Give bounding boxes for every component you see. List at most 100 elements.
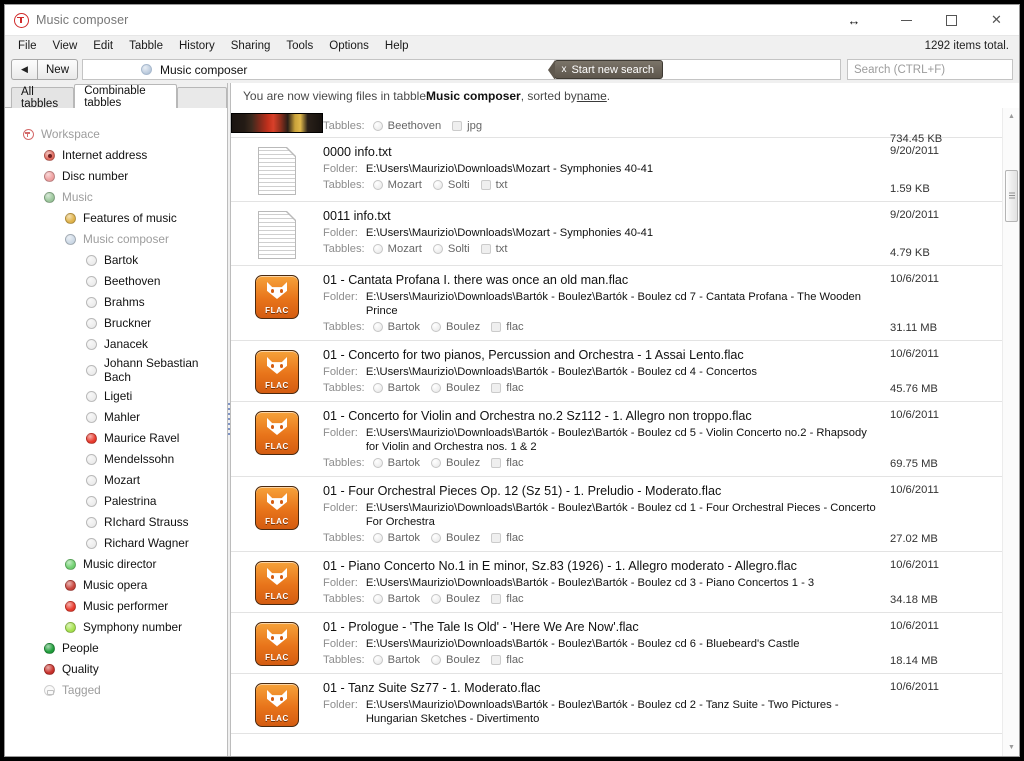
tree-item-palestrina[interactable]: Palestrina [5,491,227,512]
tree-item-workspace[interactable]: Workspace [5,124,227,145]
file-meta: 10/6/2011 [890,681,1002,727]
tree-item-music-opera[interactable]: Music opera [5,575,227,596]
tabble-tag-chip[interactable]: Boulez [431,381,480,395]
tabble-tag-chip[interactable]: Bartok [372,531,420,545]
resize-icon[interactable]: ↔ [824,5,884,35]
tree-item-janacek[interactable]: Janacek [5,334,227,355]
tab-all-tabbles[interactable]: All tabbles [11,86,75,110]
tree-item-label: Bruckner [104,315,152,330]
tree-item-music[interactable]: Music [5,187,227,208]
start-new-search-button[interactable]: x Start new search [548,60,663,79]
file-row[interactable]: FLAC 01 - Four Orchestral Pieces Op. 12 (… [231,477,1002,552]
tree-item-richard-wagner[interactable]: Richard Wagner [5,533,227,554]
tabble-dot-icon [372,655,383,665]
tree-item-music-composer[interactable]: Music composer [5,229,227,250]
tab-strip: All tabbles Combinable tabbles [5,83,227,110]
tabble-tag-chip[interactable]: Solti [432,178,470,192]
file-row[interactable]: Tabbles: Beethoven jpg 734.45 KB [231,108,1002,145]
file-row[interactable]: FLAC 01 - Cantata Profana I. there was on… [231,266,1002,341]
tabble-dot-icon [65,580,76,591]
tree-item-ligeti[interactable]: Ligeti [5,386,227,407]
file-row[interactable]: FLAC 01 - Prologue - 'The Tale Is Old' - … [231,613,1002,674]
tree-item-brahms[interactable]: Brahms [5,292,227,313]
tabble-tag-chip[interactable]: Boulez [431,456,480,470]
file-name: 0011 info.txt [323,209,391,223]
tree-item-mahler[interactable]: Mahler [5,407,227,428]
tree-item-mozart[interactable]: Mozart [5,470,227,491]
new-button[interactable]: New [37,59,79,80]
menu-file[interactable]: File [10,36,45,57]
menu-sharing[interactable]: Sharing [223,36,279,57]
file-row[interactable]: 0000 info.txt Folder: E:\Users\Maurizio\Do… [231,138,1002,202]
file-row[interactable]: FLAC 01 - Tanz Suite Sz77 - 1. Moderato.f… [231,674,1002,734]
tabble-tag-chip[interactable]: Bartok [372,653,420,667]
tabble-tag-chip[interactable]: Solti [432,242,470,256]
tree-item-disc-number[interactable]: Disc number [5,166,227,187]
menu-edit[interactable]: Edit [85,36,121,57]
tabble-tag-chip[interactable]: jpg [452,119,482,133]
tabble-tag-chip[interactable]: txt [480,242,507,256]
tree-item-tagged[interactable]: Tagged [5,680,227,701]
menu-tabble[interactable]: Tabble [121,36,171,57]
tabble-tag-chip[interactable]: Boulez [431,531,480,545]
status-sort-link[interactable]: name [577,89,607,103]
file-row[interactable]: FLAC 01 - Concerto for Violin and Orchest… [231,402,1002,477]
tabble-tag-chip[interactable]: Beethoven [372,119,441,133]
tree-item-internet-address[interactable]: Internet address [5,145,227,166]
extension-square-icon [491,655,502,665]
tabble-tag-chip[interactable]: Bartok [372,592,420,606]
file-folder-line: Folder: E:\Users\Maurizio\Downloads\Bartó… [323,290,882,318]
close-button[interactable]: ✕ [974,5,1019,35]
tree-item-features-of-music[interactable]: Features of music [5,208,227,229]
tabble-tag-chip[interactable]: Mozart [372,242,422,256]
menu-view[interactable]: View [45,36,86,57]
tabble-tag-chip[interactable]: Boulez [431,653,480,667]
scrollbar-thumb[interactable] [1005,170,1018,222]
menu-options[interactable]: Options [321,36,377,57]
tabble-dot-icon [86,412,97,423]
tree-item-people[interactable]: People [5,638,227,659]
tabble-tag-chip[interactable]: flac [491,592,524,606]
tabble-tag-chip[interactable]: Mozart [372,178,422,192]
tree-item-maurice-ravel[interactable]: Maurice Ravel [5,428,227,449]
tabble-tag-chip[interactable]: flac [491,531,524,545]
folder-label: Folder: [323,291,358,303]
tree-item-bruckner[interactable]: Bruckner [5,313,227,334]
tree-item-music-performer[interactable]: Music performer [5,596,227,617]
breadcrumb-bar[interactable]: Music composer x Start new search [82,59,841,80]
tree-item-bartok[interactable]: Bartok [5,250,227,271]
tree-item-johann-sebastian-bach[interactable]: Johann Sebastian Bach [5,355,227,386]
search-input[interactable]: Search (CTRL+F) [847,59,1013,80]
tree-item-quality[interactable]: Quality [5,659,227,680]
tabble-tag-chip[interactable]: txt [480,178,507,192]
tree-item-music-director[interactable]: Music director [5,554,227,575]
tabble-tag-chip[interactable]: flac [491,456,524,470]
tree-item-symphony-number[interactable]: Symphony number [5,617,227,638]
tabble-tag-chip[interactable]: flac [491,320,524,334]
menu-history[interactable]: History [171,36,223,57]
file-row[interactable]: 0011 info.txt Folder: E:\Users\Maurizio\Do… [231,202,1002,266]
tree-item-richard-strauss[interactable]: RIchard Strauss [5,512,227,533]
tree-item-mendelssohn[interactable]: Mendelssohn [5,449,227,470]
menu-help[interactable]: Help [377,36,417,57]
minimize-button[interactable] [884,5,929,35]
tabble-tag-chip[interactable]: Bartok [372,320,420,334]
file-row[interactable]: FLAC 01 - Piano Concerto No.1 in E minor,… [231,552,1002,613]
tabble-tag-chip[interactable]: flac [491,381,524,395]
tabble-tag-chip[interactable]: Bartok [372,456,420,470]
tabble-tag-label: Mozart [387,179,422,191]
file-row[interactable]: FLAC 01 - Concerto for two pianos, Percus… [231,341,1002,402]
tree-item-beethoven[interactable]: Beethoven [5,271,227,292]
tabble-tag-chip[interactable]: Boulez [431,592,480,606]
tab-combinable-tabbles[interactable]: Combinable tabbles [74,84,177,109]
scroll-down-arrow-icon[interactable]: ▼ [1003,739,1019,756]
vertical-scrollbar[interactable]: ▲ ▼ [1002,108,1019,756]
file-size: 31.11 MB [890,322,938,334]
menu-tools[interactable]: Tools [278,36,321,57]
tabble-tag-chip[interactable]: Boulez [431,320,480,334]
tabble-tag-chip[interactable]: Bartok [372,381,420,395]
maximize-button[interactable] [929,5,974,35]
back-button[interactable]: ◀ [11,59,37,80]
tabble-tag-chip[interactable]: flac [491,653,524,667]
scroll-up-arrow-icon[interactable]: ▲ [1003,108,1019,125]
